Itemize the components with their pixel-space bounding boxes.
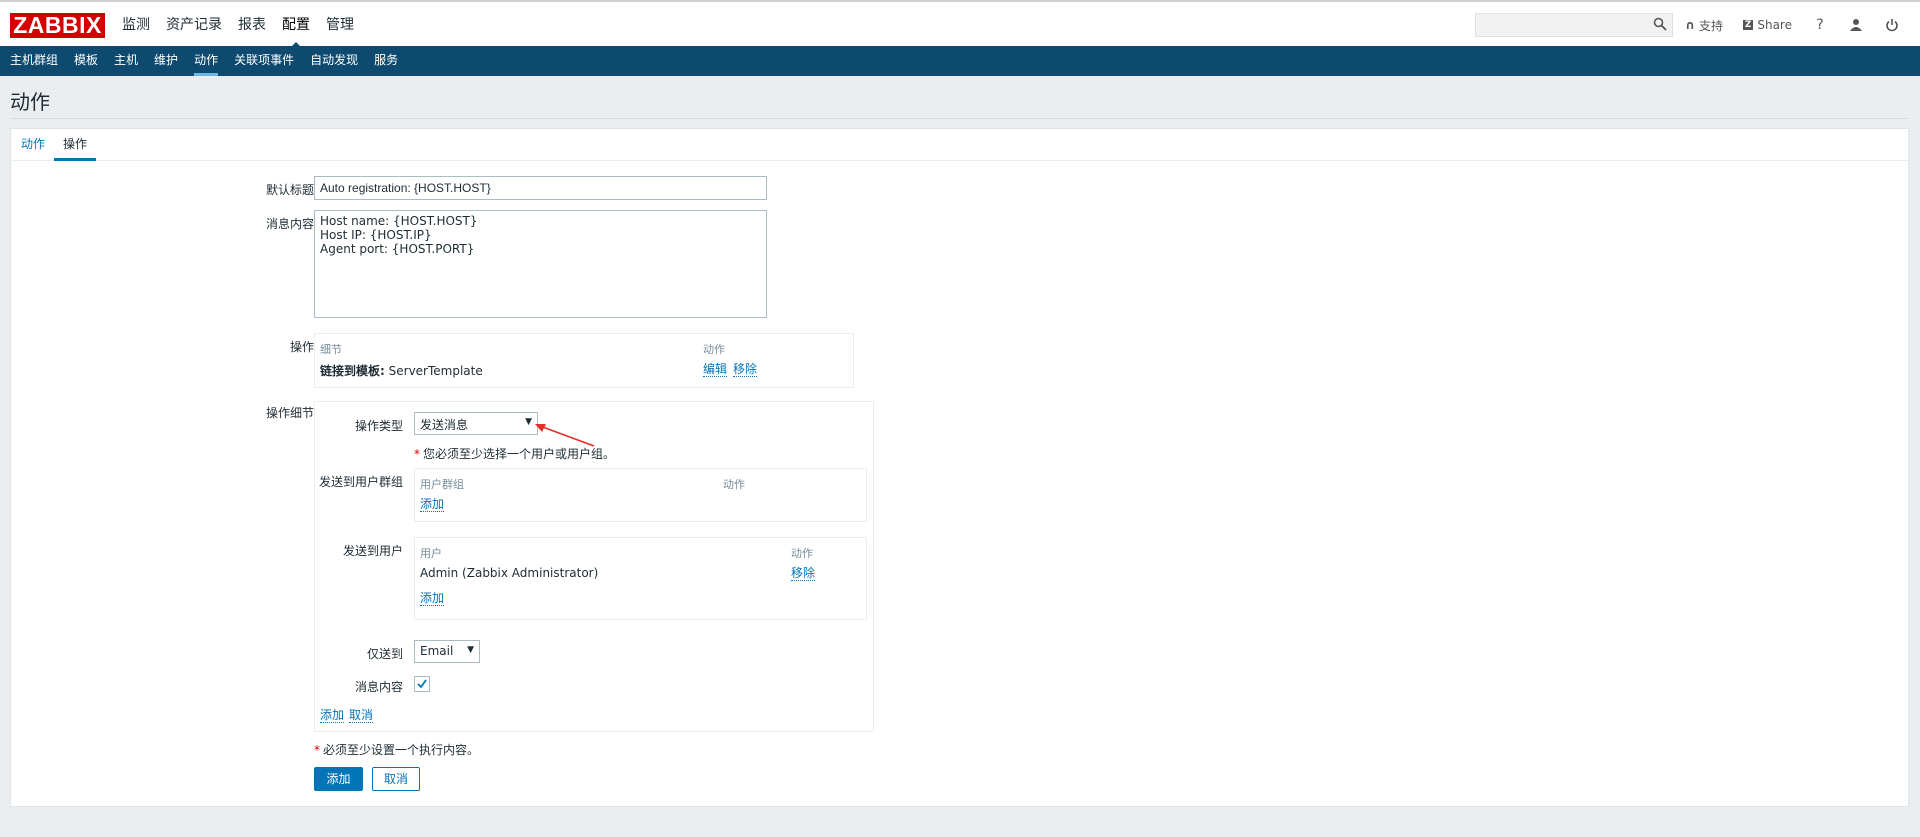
share-link[interactable]: Z Share <box>1742 18 1792 32</box>
inner-cancel-link[interactable]: 取消 <box>349 709 374 723</box>
submenu-hosts[interactable]: 主机 <box>106 46 146 76</box>
support-link[interactable]: ∩ 支持 <box>1685 17 1723 34</box>
col-user-header: 用户 <box>420 547 442 560</box>
submenu-maintenance[interactable]: 维护 <box>146 46 186 76</box>
submenu-discovery[interactable]: 自动发现 <box>302 46 366 76</box>
submenu-services[interactable]: 服务 <box>366 46 406 76</box>
send-only-label: 仅送到 <box>366 647 403 661</box>
inner-add-link[interactable]: 添加 <box>320 709 345 723</box>
required-note: * 必须至少设置一个执行内容。 <box>314 743 480 757</box>
support-label: 支持 <box>1698 18 1723 33</box>
annotation-arrow-icon <box>535 424 595 447</box>
page-title: 动作 <box>10 90 50 114</box>
operation-template-name: ServerTemplate <box>388 364 483 378</box>
col-details-header: 细节 <box>320 343 342 356</box>
message-label: 消息内容 <box>265 217 314 231</box>
tab-action[interactable]: 动作 <box>12 129 54 160</box>
edit-operation-link[interactable]: 编辑 <box>703 363 728 377</box>
op-type-select[interactable]: 发送消息 ▼ <box>414 412 538 435</box>
operation-type-label: 链接到模板: <box>320 364 385 378</box>
dropdown-arrow-icon: ▼ <box>525 417 532 427</box>
op-details-box: 操作类型 发送消息 ▼ * 您必须至少选择一个用户或用户组。 发送到用户群组 用户… <box>314 401 874 732</box>
main-menu: 监测 资产记录 报表 配置 管理 <box>114 2 362 48</box>
top-navigation: ZABBIX 监测 资产记录 报表 配置 管理 ∩ 支持 Z Share ? <box>0 0 1920 48</box>
msg-content-checkbox[interactable] <box>414 676 430 692</box>
action-form-panel: 动作 操作 默认标题 消息内容 操作 细节 动作 链接到模板: ServerTe… <box>10 128 1909 807</box>
top-right-tools: ∩ 支持 Z Share ? <box>1475 2 1920 48</box>
add-user-group-link[interactable]: 添加 <box>420 498 445 512</box>
signout-icon[interactable] <box>1884 18 1900 32</box>
submenu-correlation[interactable]: 关联项事件 <box>226 46 302 76</box>
search-input[interactable] <box>1475 13 1674 37</box>
operations-table: 细节 动作 链接到模板: ServerTemplate 编辑 移除 <box>314 333 854 388</box>
menu-configuration[interactable]: 配置 <box>274 2 318 48</box>
help-icon[interactable]: ? <box>1812 17 1828 33</box>
tab-operations[interactable]: 操作 <box>54 129 97 161</box>
col-group-action-header: 动作 <box>723 478 745 491</box>
dropdown-arrow-icon: ▼ <box>467 645 474 655</box>
menu-inventory[interactable]: 资产记录 <box>158 2 230 48</box>
col-user-group-header: 用户群组 <box>420 478 464 491</box>
default-subject-label: 默认标题 <box>265 183 314 197</box>
submenu-templates[interactable]: 模板 <box>66 46 106 76</box>
checkmark-icon <box>417 679 427 689</box>
op-type-value: 发送消息 <box>420 418 469 432</box>
menu-administration[interactable]: 管理 <box>318 2 362 48</box>
add-button[interactable]: 添加 <box>314 767 363 791</box>
col-action-header: 动作 <box>703 343 725 356</box>
menu-monitoring[interactable]: 监测 <box>114 2 158 48</box>
cancel-button[interactable]: 取消 <box>372 767 420 791</box>
user-groups-table: 用户群组 动作 添加 <box>414 468 867 522</box>
send-only-value: Email <box>420 644 454 658</box>
user-row-name: Admin (Zabbix Administrator) <box>420 566 599 580</box>
user-profile-icon[interactable] <box>1848 18 1864 32</box>
message-textarea[interactable] <box>314 210 767 318</box>
search-icon[interactable] <box>1653 17 1667 31</box>
form-tabs: 动作 操作 <box>11 129 1908 161</box>
send-users-label: 发送到用户 <box>342 544 403 558</box>
col-user-action-header: 动作 <box>791 547 813 560</box>
add-user-link[interactable]: 添加 <box>420 592 445 606</box>
share-icon: Z <box>1742 20 1754 30</box>
send-only-select[interactable]: Email ▼ <box>414 640 480 663</box>
op-details-label: 操作细节 <box>265 406 314 420</box>
op-type-label: 操作类型 <box>354 419 403 433</box>
zabbix-logo[interactable]: ZABBIX <box>10 13 105 38</box>
remove-user-link[interactable]: 移除 <box>791 567 816 581</box>
menu-reports[interactable]: 报表 <box>230 2 274 48</box>
submenu-host-groups[interactable]: 主机群组 <box>2 46 66 76</box>
send-groups-label: 发送到用户群组 <box>318 475 403 489</box>
share-label: Share <box>1757 18 1792 32</box>
sub-menu: 主机群组 模板 主机 维护 动作 关联项事件 自动发现 服务 <box>0 46 1920 76</box>
remove-operation-link[interactable]: 移除 <box>733 363 758 377</box>
operations-label: 操作 <box>289 340 314 354</box>
users-table: 用户 动作 Admin (Zabbix Administrator) 移除 添加 <box>414 537 867 620</box>
submenu-actions[interactable]: 动作 <box>186 46 226 76</box>
headset-icon: ∩ <box>1685 18 1695 32</box>
msg-content-label: 消息内容 <box>354 680 403 694</box>
default-subject-input[interactable] <box>314 176 767 200</box>
required-note-text: 必须至少设置一个执行内容。 <box>323 743 480 757</box>
operation-details: 链接到模板: ServerTemplate <box>320 362 483 379</box>
title-divider <box>10 118 1908 119</box>
